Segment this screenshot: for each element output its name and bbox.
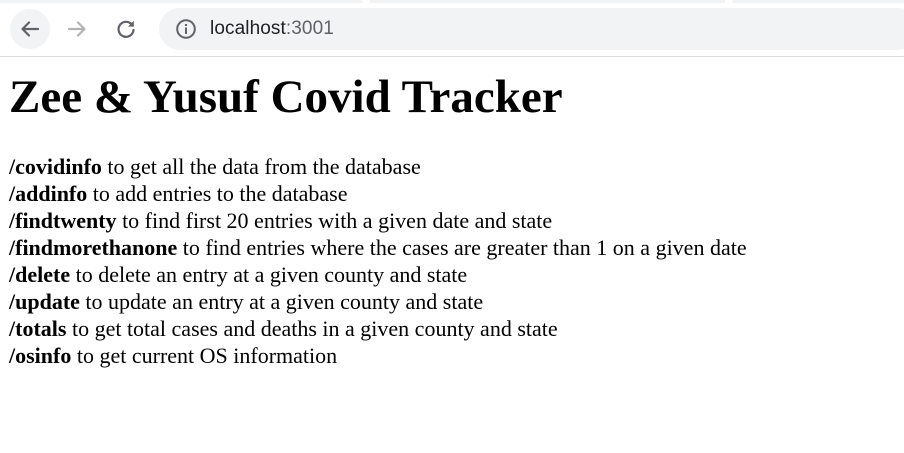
route-path: /osinfo <box>9 343 72 368</box>
route-path: /totals <box>9 316 67 341</box>
url-text[interactable]: localhost:3001 <box>210 18 334 40</box>
route-item: /osinfo to get current OS information <box>9 342 899 369</box>
route-path: /delete <box>9 262 71 287</box>
tab-edge-right <box>725 0 733 3</box>
route-path: /addinfo <box>9 181 88 206</box>
forward-arrow-icon <box>67 21 86 37</box>
tab-edge-left <box>362 0 370 3</box>
address-bar[interactable]: localhost:3001 <box>159 8 904 50</box>
browser-toolbar: localhost:3001 <box>0 0 904 57</box>
page-content: Zee & Yusuf Covid Tracker /covidinfo to … <box>9 70 899 369</box>
route-item: /findmorethanone to find entries where t… <box>9 234 899 261</box>
route-description: to find first 20 entries with a given da… <box>116 208 553 233</box>
route-description: to update an entry at a given county and… <box>79 289 484 314</box>
reload-icon <box>117 20 135 38</box>
page-title: Zee & Yusuf Covid Tracker <box>9 71 563 123</box>
url-port: :3001 <box>285 18 334 39</box>
route-path: /covidinfo <box>9 154 102 179</box>
route-item: /findtwenty to find first 20 entries wit… <box>9 207 899 234</box>
route-item: /covidinfo to get all the data from the … <box>9 153 899 180</box>
route-path: /findmorethanone <box>9 235 178 260</box>
route-item: /totals to get total cases and deaths in… <box>9 315 899 342</box>
route-path: /findtwenty <box>9 208 117 233</box>
route-description: to delete an entry at a given county and… <box>70 262 468 287</box>
route-description: to get all the data from the database <box>101 154 421 179</box>
route-item: /addinfo to add entries to the database <box>9 180 899 207</box>
route-path: /update <box>9 289 80 314</box>
reload-button[interactable] <box>106 9 146 49</box>
route-item: /delete to delete an entry at a given co… <box>9 261 899 288</box>
url-host: localhost <box>210 18 286 39</box>
forward-button[interactable] <box>57 9 97 49</box>
route-description: to find entries where the cases are grea… <box>177 235 747 260</box>
info-icon[interactable] <box>175 18 197 40</box>
route-list: /covidinfo to get all the data from the … <box>9 153 899 369</box>
route-item: /update to update an entry at a given co… <box>9 288 899 315</box>
route-description: to get total cases and deaths in a given… <box>66 316 558 341</box>
back-arrow-icon <box>21 21 40 37</box>
route-description: to get current OS information <box>71 343 338 368</box>
route-description: to add entries to the database <box>87 181 348 206</box>
back-button[interactable] <box>10 9 50 49</box>
tab-strip <box>0 0 904 3</box>
